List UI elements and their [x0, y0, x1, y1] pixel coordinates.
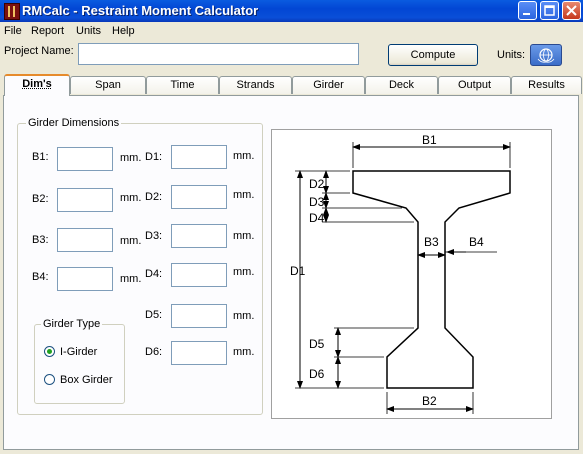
d1-input[interactable]: [171, 145, 227, 169]
d2-dim-label: D2: [309, 177, 325, 191]
i-girder-radio[interactable]: [44, 346, 55, 357]
d2-unit: mm.: [233, 189, 255, 201]
b4-unit: mm.: [120, 273, 142, 285]
b3-label: B3:: [32, 234, 49, 246]
menu-file[interactable]: File: [4, 25, 22, 37]
d3-unit: mm.: [233, 230, 255, 242]
tab-results[interactable]: Results: [511, 76, 582, 94]
menu-report[interactable]: Report: [31, 25, 64, 37]
tab-girder[interactable]: Girder: [292, 76, 365, 94]
i-girder-diagram-svg: B1 B2 B3 B4 D1 D2 D3 D4 D5 D6: [290, 133, 511, 414]
d2-input[interactable]: [171, 185, 227, 209]
menu-units[interactable]: Units: [76, 25, 101, 37]
d2-label: D2:: [145, 191, 163, 203]
d6-unit: mm.: [233, 346, 255, 358]
tab-strands[interactable]: Strands: [219, 76, 292, 94]
box-girder-label[interactable]: Box Girder: [60, 374, 113, 386]
d4-dim-label: D4: [309, 211, 325, 225]
box-girder-radio[interactable]: [44, 374, 55, 385]
app-icon[interactable]: [4, 3, 20, 20]
i-girder-label[interactable]: I-Girder: [60, 346, 97, 358]
project-name-label: Project Name:: [4, 45, 74, 57]
d5-dim-label: D5: [309, 337, 325, 351]
d6-input[interactable]: [171, 341, 227, 365]
girder-outline: [352, 170, 511, 389]
girder-type-title: Girder Type: [41, 318, 103, 330]
globe-icon: [537, 48, 555, 63]
minimize-button[interactable]: [518, 1, 537, 20]
b3-dim-label: B3: [424, 235, 439, 249]
b2-unit: mm.: [120, 192, 142, 204]
d4-input[interactable]: [171, 263, 227, 287]
d5-input[interactable]: [171, 304, 227, 328]
close-button[interactable]: [562, 1, 581, 20]
tab-span[interactable]: Span: [70, 76, 146, 94]
window-title: RMCalc - Restraint Moment Calculator: [22, 3, 259, 18]
b3-input[interactable]: [57, 228, 113, 252]
b2-dim-label: B2: [422, 394, 437, 408]
b1-input[interactable]: [57, 147, 113, 171]
minimize-icon: [523, 13, 530, 15]
maximize-icon: [544, 5, 555, 16]
menu-help[interactable]: Help: [112, 25, 135, 37]
project-name-input[interactable]: [78, 43, 359, 65]
d1-unit: mm.: [233, 150, 255, 162]
compute-button[interactable]: Compute: [388, 44, 478, 66]
tab-time[interactable]: Time: [146, 76, 219, 94]
d1-dim-label: D1: [290, 264, 306, 278]
b1-unit: mm.: [120, 152, 142, 164]
tab-dims[interactable]: Dim's: [4, 74, 70, 96]
b1-label: B1:: [32, 151, 49, 163]
d3-input[interactable]: [171, 224, 227, 248]
b2-input[interactable]: [57, 188, 113, 212]
close-icon: [566, 5, 577, 16]
d5-unit: mm.: [233, 310, 255, 322]
units-button[interactable]: [530, 44, 562, 66]
b4-dim-label: B4: [469, 235, 484, 249]
girder-dimensions-title: Girder Dimensions: [26, 117, 122, 129]
maximize-button[interactable]: [540, 1, 559, 20]
d6-label: D6:: [145, 346, 163, 358]
title-bar[interactable]: RMCalc - Restraint Moment Calculator: [0, 0, 583, 22]
b3-unit: mm.: [120, 235, 142, 247]
b4-input[interactable]: [57, 267, 113, 291]
girder-diagram: B1 B2 B3 B4 D1 D2 D3 D4 D5 D6: [271, 129, 552, 419]
d3-label: D3:: [145, 230, 163, 242]
b2-label: B2:: [32, 193, 49, 205]
menu-bar: File Report Units Help: [0, 23, 583, 40]
units-label: Units:: [497, 49, 526, 61]
girder-type-group: [34, 324, 125, 404]
b4-label: B4:: [32, 271, 49, 283]
b1-dim-label: B1: [422, 133, 437, 147]
d1-label: D1:: [145, 151, 163, 163]
d6-dim-label: D6: [309, 367, 325, 381]
d5-label: D5:: [145, 309, 163, 321]
d4-unit: mm.: [233, 266, 255, 278]
tab-output[interactable]: Output: [438, 76, 511, 94]
d3-dim-label: D3: [309, 195, 325, 209]
tab-deck[interactable]: Deck: [365, 76, 438, 94]
d4-label: D4:: [145, 268, 163, 280]
